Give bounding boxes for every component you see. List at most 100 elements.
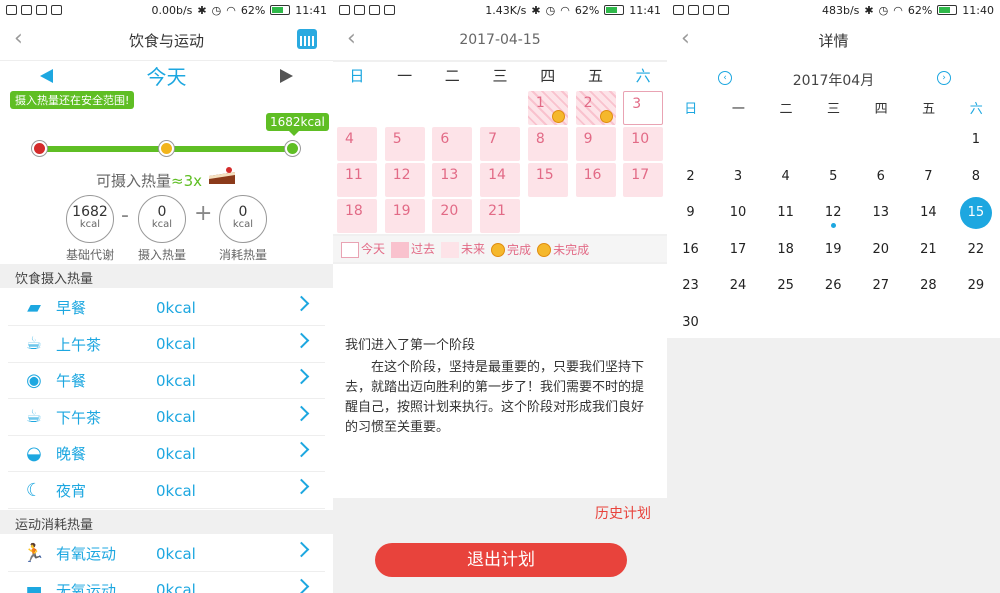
wifi-icon: ◠ bbox=[893, 3, 903, 17]
calendar-day[interactable]: 2 bbox=[667, 159, 714, 195]
day-number: 7 bbox=[924, 168, 933, 184]
calendar-day-cell[interactable]: 9 bbox=[575, 127, 616, 161]
calendar-icon[interactable] bbox=[297, 29, 317, 49]
back-icon[interactable]: ‹ bbox=[14, 28, 23, 50]
calendar-day[interactable]: 30 bbox=[667, 305, 714, 341]
meal-row[interactable]: ☕ 上午茶 0kcal bbox=[8, 327, 325, 363]
calendar-day-cell[interactable]: 8 bbox=[527, 127, 568, 161]
bmr-circle: 1682 kcal bbox=[66, 195, 114, 243]
exercise-row[interactable]: ▬ 无氧运动 0kcal bbox=[8, 573, 325, 593]
calendar-day[interactable]: 29 bbox=[952, 268, 999, 304]
plan-screen: 1.43K/s ✱ ◷ ◠ 62% 11:41 ‹ 2017-04-15 日一二三四五六 … bbox=[333, 0, 667, 593]
calendar-day-cell[interactable]: 18 bbox=[337, 199, 377, 233]
calendar-day[interactable]: 22 bbox=[952, 232, 999, 268]
calendar-day[interactable]: 26 bbox=[810, 268, 857, 304]
bluetooth-icon: ✱ bbox=[864, 3, 874, 17]
day-number: 15 bbox=[959, 197, 992, 229]
calendar-day-cell[interactable]: 13 bbox=[432, 163, 473, 197]
calendar-day-cell[interactable]: 12 bbox=[384, 163, 425, 197]
calendar-day-cell[interactable]: 19 bbox=[384, 199, 425, 233]
exercise-row[interactable]: 🏃 有氧运动 0kcal bbox=[8, 536, 325, 572]
status-bar: 1.43K/s ✱ ◷ ◠ 62% 11:41 bbox=[333, 0, 667, 20]
calendar-day[interactable]: 20 bbox=[857, 232, 904, 268]
day-number: 8 bbox=[971, 168, 981, 184]
meal-kcal: 0kcal bbox=[156, 481, 196, 500]
calendar-day-cell[interactable]: 3 bbox=[623, 91, 664, 125]
calendar-day-cell[interactable]: 16 bbox=[575, 163, 616, 197]
calendar-day[interactable]: 16 bbox=[667, 232, 714, 268]
day-number: 7 bbox=[488, 131, 498, 147]
quit-plan-button[interactable]: 退出计划 bbox=[375, 543, 627, 577]
calendar-day-cell[interactable]: 20 bbox=[432, 199, 473, 233]
day-number: 30 bbox=[682, 314, 699, 330]
calendar-day[interactable]: 11 bbox=[762, 195, 809, 231]
calendar-day[interactable]: 8 bbox=[952, 159, 999, 195]
calendar-day-cell[interactable]: 4 bbox=[337, 127, 377, 161]
meal-name: 上午茶 bbox=[56, 335, 102, 354]
plan-calendar: 1 2 3 4 5 6 7 8 9 10 11 12 13 14 15 16 17 18 19 20 21 bbox=[333, 90, 667, 234]
month-label: 2017年04月 bbox=[792, 73, 875, 89]
history-plans-link[interactable]: 历史计划 bbox=[595, 503, 651, 523]
calendar-day[interactable]: 3 bbox=[715, 159, 762, 195]
calendar-day[interactable]: 19 bbox=[810, 232, 857, 268]
next-month-icon[interactable]: › bbox=[937, 71, 951, 85]
calendar-day[interactable]: 15 bbox=[952, 195, 999, 231]
calendar-day-cell[interactable]: 14 bbox=[480, 163, 521, 197]
day-number: 5 bbox=[392, 131, 402, 147]
calendar-day-cell[interactable]: 7 bbox=[480, 127, 521, 161]
exercise-name: 无氧运动 bbox=[56, 581, 117, 593]
back-icon[interactable]: ‹ bbox=[681, 28, 690, 50]
smiley-icon bbox=[551, 110, 565, 123]
chevron-right-icon bbox=[293, 405, 310, 422]
teacup-icon: ☕ bbox=[25, 333, 43, 355]
calendar-day[interactable]: 12 bbox=[810, 195, 857, 231]
meal-row[interactable]: ☕ 下午茶 0kcal bbox=[8, 400, 325, 436]
calendar-day[interactable]: 23 bbox=[667, 268, 714, 304]
calendar-day[interactable]: 25 bbox=[762, 268, 809, 304]
meal-kcal: 0kcal bbox=[156, 371, 196, 390]
meal-row[interactable]: ▰ 早餐 0kcal bbox=[8, 290, 325, 326]
legend-today: 今天 bbox=[341, 240, 385, 258]
weekday-label: 六 bbox=[969, 102, 983, 117]
calendar-day-cell[interactable]: 21 bbox=[480, 199, 521, 233]
calendar-day-cell[interactable]: 6 bbox=[432, 127, 473, 161]
calendar-day[interactable]: 18 bbox=[762, 232, 809, 268]
calendar-day[interactable]: 7 bbox=[905, 159, 952, 195]
meal-row[interactable]: ☾ 夜宵 0kcal bbox=[8, 473, 325, 509]
calendar-day[interactable]: 17 bbox=[715, 232, 762, 268]
calendar-day-cell[interactable]: 11 bbox=[337, 163, 377, 197]
calendar-day[interactable]: 1 bbox=[952, 122, 999, 158]
calendar-day-cell[interactable]: 10 bbox=[623, 127, 664, 161]
calendar-day[interactable]: 14 bbox=[905, 195, 952, 231]
next-day-icon[interactable] bbox=[280, 68, 293, 83]
weekday-label: 四 bbox=[874, 102, 888, 117]
meal-kcal: 0kcal bbox=[156, 298, 196, 317]
burned-circle: 0 kcal bbox=[219, 195, 267, 243]
calendar-day[interactable]: 24 bbox=[715, 268, 762, 304]
calendar-day[interactable]: 10 bbox=[715, 195, 762, 231]
day-number: 27 bbox=[872, 278, 890, 293]
wrench-icon bbox=[369, 5, 380, 15]
calendar-day-cell[interactable]: 17 bbox=[623, 163, 664, 197]
calendar-day[interactable]: 13 bbox=[857, 195, 904, 231]
prev-month-icon[interactable]: ‹ bbox=[718, 71, 732, 85]
calendar-day[interactable]: 28 bbox=[905, 268, 952, 304]
calendar-day[interactable]: 5 bbox=[810, 159, 857, 195]
calendar-day-cell[interactable]: 2 bbox=[575, 91, 616, 125]
calendar-day[interactable]: 9 bbox=[667, 195, 714, 231]
calendar-day-cell[interactable]: 15 bbox=[527, 163, 568, 197]
calendar-day[interactable]: 21 bbox=[905, 232, 952, 268]
calendar-day[interactable]: 6 bbox=[857, 159, 904, 195]
calendar-day-cell[interactable]: 5 bbox=[384, 127, 425, 161]
day-number: 22 bbox=[967, 241, 985, 257]
calendar-legend: 今天 过去 未来 完成 未完成 bbox=[333, 236, 667, 262]
calendar-day[interactable]: 4 bbox=[762, 159, 809, 195]
meal-row[interactable]: ◒ 晚餐 0kcal bbox=[8, 436, 325, 473]
back-icon[interactable]: ‹ bbox=[347, 28, 356, 50]
calendar-day-cell[interactable]: 1 bbox=[527, 91, 568, 125]
screenshot-root: 0.00b/s ✱ ◷ ◠ 62% 11:41 ‹ 饮食与运动 今天 摄入热量还在安全范围… bbox=[0, 0, 1000, 593]
meal-row[interactable]: ◉ 午餐 0kcal bbox=[8, 363, 325, 400]
meal-kcal: 0kcal bbox=[156, 335, 196, 354]
calendar-day[interactable]: 27 bbox=[857, 268, 904, 304]
prev-day-icon[interactable] bbox=[40, 68, 53, 83]
